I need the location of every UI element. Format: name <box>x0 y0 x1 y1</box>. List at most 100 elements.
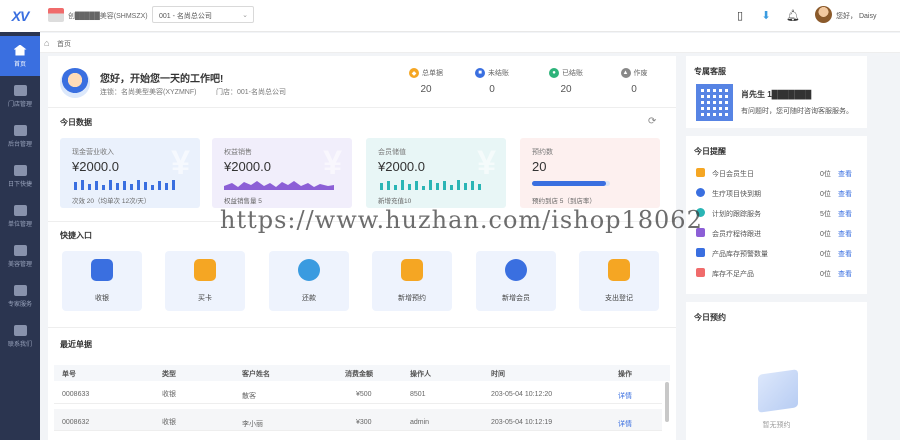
appointments-panel: 今日预约 暂无预约 <box>686 302 867 440</box>
user-avatar[interactable] <box>815 6 832 23</box>
card-appointments[interactable]: 预约数 20 预约到店 5（到店率） <box>520 138 660 208</box>
card-area-chart <box>224 181 334 190</box>
reminder-count: 0位 <box>820 171 831 178</box>
nav-item-unit[interactable]: 单位管理 <box>0 196 40 236</box>
view-link[interactable]: 查看 <box>838 249 852 259</box>
box-icon <box>696 268 705 277</box>
divider <box>48 221 676 222</box>
quick-label: 新增预约 <box>398 295 426 302</box>
nav-item-expert[interactable]: 专家服务 <box>0 276 40 316</box>
amount: ¥500 <box>356 391 372 398</box>
divider <box>48 107 676 108</box>
service-contact-name: 肖先生 1███████ <box>741 90 812 99</box>
grid-icon <box>696 248 705 257</box>
branch-select-value: 001 - 名尚总公司 <box>159 13 212 20</box>
mobile-icon[interactable]: ▯ <box>733 8 747 22</box>
customer-service-panel: 专属客服 肖先生 1███████ 有问题时，您可随时咨询客服服务。 <box>686 56 867 128</box>
card-value: ¥2000.0 <box>224 159 271 174</box>
divider <box>48 327 676 328</box>
reminders-title: 今日提醒 <box>694 147 726 156</box>
breadcrumb-current[interactable]: 首页 <box>57 39 71 49</box>
column-header: 客户姓名 <box>242 371 270 378</box>
quick-expense-button[interactable]: 支出登记 <box>579 251 659 311</box>
reminder-count: 0位 <box>820 231 831 238</box>
reminder-expiring: 生疗项目快到期 0位 查看 <box>694 186 864 202</box>
stat-total-orders[interactable]: ◆ 总单据 20 <box>396 68 456 95</box>
table-scrollbar[interactable] <box>665 382 669 422</box>
card-bar-chart <box>74 180 175 190</box>
reminder-label: 会员疗程待跟进 <box>712 231 761 238</box>
stat-void[interactable]: ▲ 作废 0 <box>604 68 664 95</box>
quick-label: 收银 <box>95 295 109 302</box>
card-cash-income[interactable]: ¥ 现金营业收入 ¥2000.0 次效 20（均单次 12次/天） <box>60 138 200 208</box>
card-foot: 新增充值10 <box>378 198 412 205</box>
empty-state-illustration <box>758 369 798 413</box>
view-link[interactable]: 查看 <box>838 269 852 279</box>
order-type: 收银 <box>162 419 176 426</box>
calendar-icon <box>13 164 27 176</box>
stat-settled[interactable]: ● 已结账 20 <box>536 68 596 95</box>
view-link[interactable]: 查看 <box>838 209 852 219</box>
branch-select[interactable]: 001 - 名尚总公司 ⌄ <box>152 6 254 23</box>
user-greeting[interactable]: 您好， Daisy <box>836 11 876 21</box>
quick-label: 买卡 <box>198 295 212 302</box>
reminders-panel: 今日提醒 今日会员生日 0位 查看 生疗项目快到期 0位 查看 计划的跟踪服务 5位 查看 … <box>686 136 867 294</box>
chart-icon <box>13 284 27 296</box>
column-header: 类型 <box>162 371 176 378</box>
card-foot: 预约到店 5（到店率） <box>532 198 596 205</box>
avatar <box>60 68 90 98</box>
card-benefit-sales[interactable]: ¥ 权益销售 ¥2000.0 权益销售量 5 <box>212 138 352 208</box>
home-icon <box>13 44 27 56</box>
nav-item-label: 首页 <box>13 61 26 68</box>
card-member-deposit[interactable]: ¥ 会员储值 ¥2000.0 新增充值10 <box>366 138 506 208</box>
home-icon[interactable]: ⌂ <box>44 38 49 48</box>
nav-item-beauty[interactable]: 美容管理 <box>0 236 40 276</box>
store-nav-icon <box>13 84 27 96</box>
reminder-count: 0位 <box>820 191 831 198</box>
view-link[interactable]: 查看 <box>838 189 852 199</box>
quick-repay-button[interactable]: 还款 <box>269 251 349 311</box>
details-link[interactable]: 详情 <box>618 419 632 429</box>
nav-item-contact[interactable]: 联系我们 <box>0 316 40 356</box>
view-link[interactable]: 查看 <box>838 169 852 179</box>
nav-item-store[interactable]: 门店管理 <box>0 76 40 116</box>
reminder-label: 生疗项目快到期 <box>712 191 761 198</box>
operator: 8501 <box>410 391 426 398</box>
app-logo[interactable]: XV <box>0 0 40 32</box>
column-header: 单号 <box>62 371 76 378</box>
chevron-down-icon: ⌄ <box>242 12 248 19</box>
stat-label: 未结账 <box>488 70 509 77</box>
view-link[interactable]: 查看 <box>838 229 852 239</box>
nav-item-home[interactable]: 首页 <box>0 36 40 76</box>
stat-unsettled[interactable]: ■ 未结账 0 <box>462 68 522 95</box>
nav-item-admin[interactable]: 后台管理 <box>0 116 40 156</box>
main-panel: 您好，开始您一天的工作吧! 连锁：名尚美型美容(XYZMNF) 门店：001-名… <box>48 56 676 440</box>
card-value: 20 <box>532 159 547 174</box>
clock-icon <box>696 208 705 217</box>
quick-new-appointment-button[interactable]: 新增预约 <box>372 251 452 311</box>
qr-code <box>696 84 733 121</box>
store-label: 门店：001-名尚总公司 <box>216 89 287 96</box>
reminder-low-stock: 库存不足产品 0位 查看 <box>694 266 864 282</box>
quick-cashier-button[interactable]: 收银 <box>62 251 142 311</box>
order-time: 203-05-04 10:12:20 <box>491 391 553 398</box>
details-link[interactable]: 详情 <box>618 391 632 401</box>
column-header: 操作 <box>618 371 632 378</box>
column-header: 时间 <box>491 371 505 378</box>
company-name: 连锁：名尚美型美容(XYZMNF) <box>100 89 197 96</box>
service-note: 有问题时，您可随时咨询客服服务。 <box>741 108 853 115</box>
refresh-icon[interactable]: ⟳ <box>648 116 656 127</box>
order-id: 0008632 <box>62 419 90 426</box>
monitor-icon <box>13 124 27 136</box>
appointment-progress <box>532 181 610 186</box>
quick-new-member-button[interactable]: 新增会员 <box>476 251 556 311</box>
reminder-count: 5位 <box>820 211 831 218</box>
quick-buy-card-button[interactable]: 买卡 <box>165 251 245 311</box>
quick-entry-title: 快捷入口 <box>60 231 92 240</box>
nav-item-shortcut[interactable]: 日下快捷 <box>0 156 40 196</box>
order-icon: ◆ <box>409 68 419 78</box>
download-icon[interactable]: ⬇ <box>759 8 773 22</box>
cake-icon <box>696 168 705 177</box>
column-header: 消费金额 <box>345 371 373 378</box>
bell-icon[interactable]: 🔔︎ <box>786 8 800 22</box>
